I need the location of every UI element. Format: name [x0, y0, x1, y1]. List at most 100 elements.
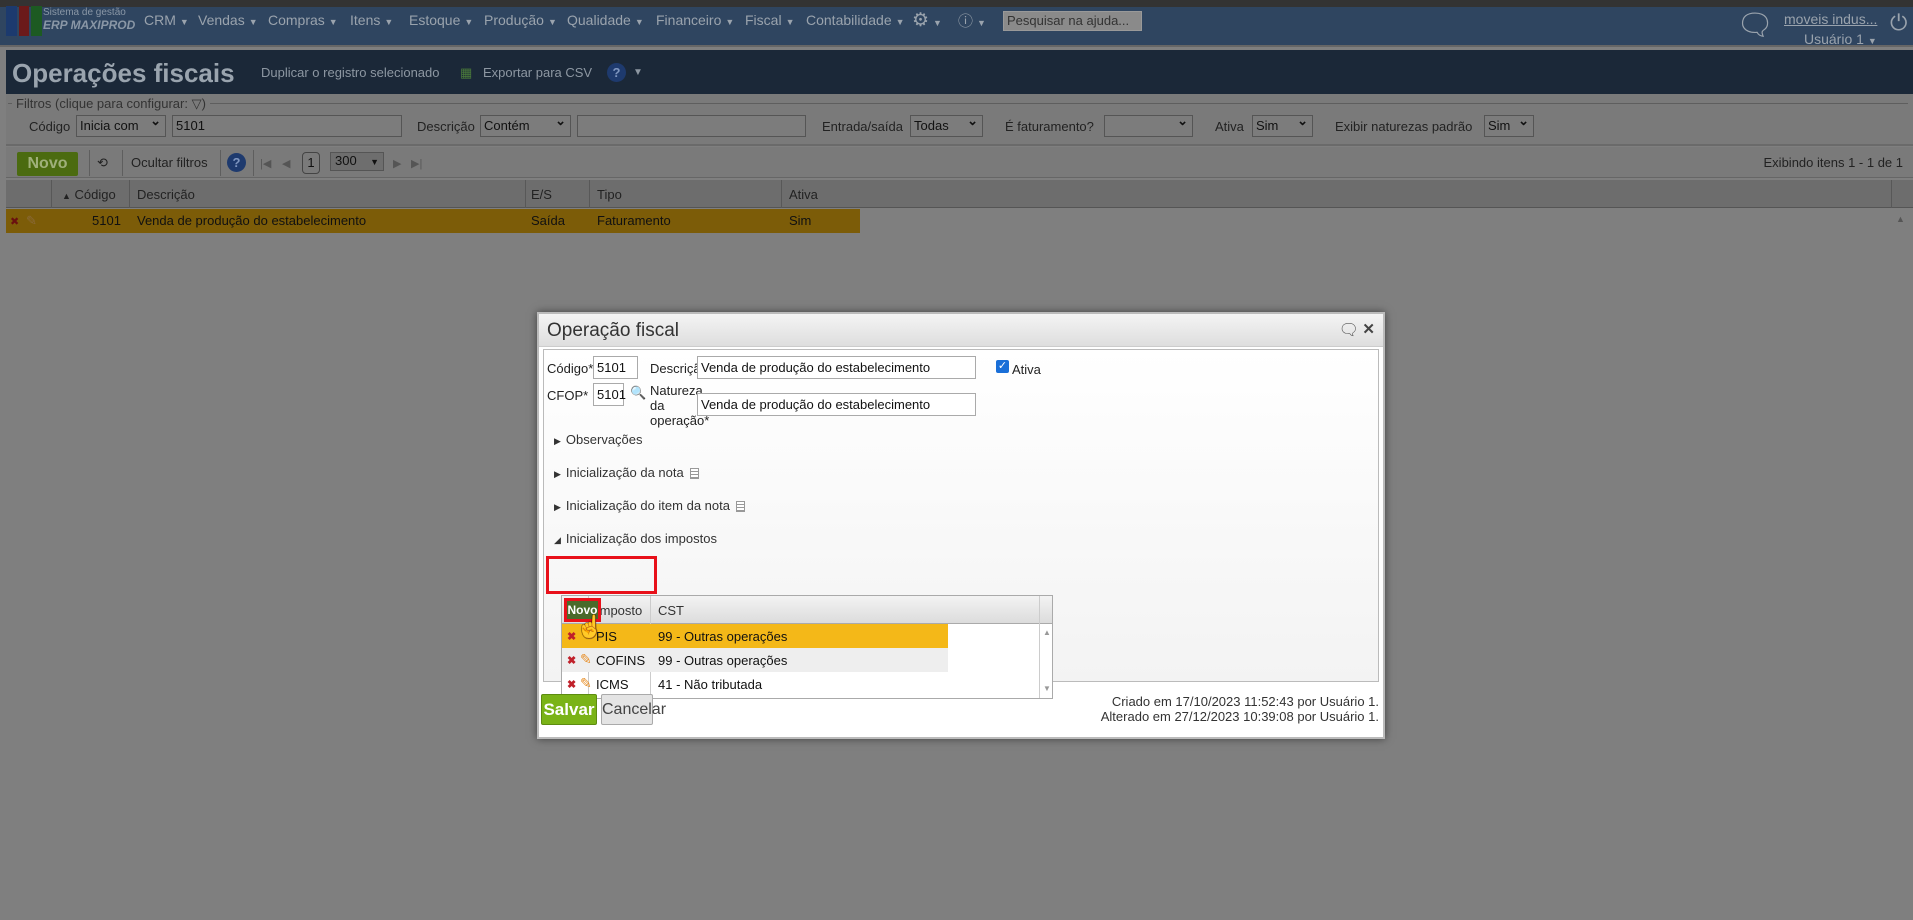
logo-line1: Sistema de gestão	[43, 7, 126, 18]
tax-row[interactable]: ✖ PIS 99 - Outras operações	[562, 624, 948, 648]
column-cst[interactable]: CST	[658, 603, 684, 618]
filter-es-select[interactable]: Todas	[910, 113, 983, 137]
caret-right-icon: ▶	[554, 502, 561, 512]
cell-imposto: COFINS	[596, 653, 646, 668]
divider	[122, 150, 123, 176]
duplicate-record-link[interactable]: Duplicar o registro selecionado	[261, 65, 439, 80]
help-search-input[interactable]: Pesquisar na ajuda...	[1003, 11, 1142, 31]
column-descricao[interactable]: Descrição	[137, 187, 195, 202]
page-size-select[interactable]: 300 ▼	[330, 152, 384, 171]
section-observacoes[interactable]: ▶ Observações	[554, 432, 643, 447]
menu-producao[interactable]: Produção ▼	[484, 12, 557, 28]
menu-vendas[interactable]: Vendas ▼	[198, 12, 258, 28]
excel-icon: ▦	[460, 65, 473, 80]
section-inicializacao-impostos[interactable]: ◢ Inicialização dos impostos	[554, 531, 717, 546]
column-tipo[interactable]: Tipo	[597, 187, 622, 202]
cell-cst: 99 - Outras operações	[658, 653, 788, 668]
ativa-checkbox[interactable]: ✓	[996, 360, 1009, 373]
cell-cst: 99 - Outras operações	[658, 629, 788, 644]
filter-codigo-input[interactable]: 5101	[172, 115, 402, 137]
cell-imposto: ICMS	[596, 677, 629, 692]
filter-ativa-select[interactable]: Sim	[1252, 113, 1313, 137]
menu-crm[interactable]: CRM ▼	[144, 12, 189, 28]
menu-contabilidade[interactable]: Contabilidade ▼	[806, 12, 905, 28]
section-inicializacao-item[interactable]: ▶ Inicialização do item da nota	[554, 498, 745, 513]
tax-row[interactable]: ✖ ✎ ICMS 41 - Não tributada	[562, 672, 1039, 696]
column-ativa[interactable]: Ativa	[789, 187, 818, 202]
descricao-input[interactable]: Venda de produção do estabelecimento	[697, 356, 976, 379]
note-icon	[735, 501, 745, 513]
caret-down-icon: ▼	[179, 17, 189, 27]
filter-codigo-label: Código	[29, 119, 71, 134]
save-button[interactable]: Salvar	[541, 694, 597, 725]
help-icon[interactable]: ?	[607, 63, 626, 82]
menu-fiscal[interactable]: Fiscal ▼	[745, 12, 794, 28]
column-codigo[interactable]: ▲ Código	[62, 187, 116, 202]
page-title: Operações fiscais	[12, 58, 235, 88]
refresh-icon[interactable]: ⟲	[97, 155, 108, 171]
filter-icon[interactable]: ▽	[192, 96, 202, 111]
menu-estoque[interactable]: Estoque ▼	[409, 12, 473, 28]
filter-descricao-input[interactable]	[577, 115, 806, 137]
cell-es: Saída	[531, 213, 565, 228]
caret-down-icon: ▼	[248, 17, 258, 27]
first-page-icon[interactable]: |◀	[260, 157, 271, 170]
user-menu[interactable]: Usuário 1 ▼	[1804, 31, 1877, 47]
delete-icon[interactable]: ✖	[567, 678, 576, 691]
tax-row[interactable]: ✖ ✎ COFINS 99 - Outras operações	[562, 648, 948, 672]
chat-bubble-icon[interactable]: 🗨	[1736, 8, 1774, 43]
menu-compras[interactable]: Compras ▼	[268, 12, 338, 28]
last-page-icon[interactable]: ▶|	[411, 157, 422, 170]
divider	[253, 150, 254, 176]
cancel-button[interactable]: Cancelar	[601, 694, 666, 725]
help-icon[interactable]: ?	[227, 153, 246, 172]
filter-faturamento-select[interactable]	[1104, 113, 1193, 137]
help-circle-icon[interactable]: ⓘ ▼	[958, 10, 986, 31]
menu-financeiro[interactable]: Financeiro ▼	[656, 12, 734, 28]
table-row[interactable]	[6, 209, 860, 233]
delete-icon[interactable]: ✖	[567, 630, 576, 643]
tax-table: Imposto CST ✖ PIS 99 - Outras operações …	[561, 595, 1053, 699]
page-number-input[interactable]: 1	[302, 152, 320, 174]
search-icon[interactable]: 🔍	[630, 385, 646, 401]
filter-descricao-operator[interactable]: Contém	[480, 113, 571, 137]
menu-itens[interactable]: Itens ▼	[350, 12, 393, 28]
hide-filters-button[interactable]: Ocultar filtros	[131, 155, 208, 170]
codigo-input[interactable]: 5101	[593, 356, 638, 379]
grid-header	[6, 180, 1913, 208]
grid-toolbar	[6, 147, 1913, 178]
column-es[interactable]: E/S	[531, 187, 552, 202]
filter-naturezas-label: Exibir naturezas padrão	[1335, 119, 1473, 134]
delete-icon[interactable]: ✖	[567, 654, 576, 667]
natureza-input[interactable]: Venda de produção do estabelecimento	[697, 393, 976, 416]
filters-legend[interactable]: Filtros (clique para configurar: ▽)	[12, 96, 210, 112]
delete-icon[interactable]: ✖	[10, 215, 19, 228]
scroll-down-icon[interactable]: ▼	[1043, 684, 1051, 693]
prev-page-icon[interactable]: ◀	[282, 157, 290, 170]
menu-qualidade[interactable]: Qualidade ▼	[567, 12, 644, 28]
caret-down-icon: ▼	[725, 17, 735, 27]
scroll-up-icon[interactable]: ▲	[1896, 214, 1905, 224]
next-page-icon[interactable]: ▶	[393, 157, 401, 170]
cell-tipo: Faturamento	[597, 213, 671, 228]
power-icon[interactable]: ⏻	[1890, 10, 1907, 36]
export-csv-link[interactable]: Exportar para CSV	[483, 65, 592, 80]
new-button[interactable]: Novo	[17, 152, 78, 176]
gear-icon[interactable]: ⚙ ▼	[912, 9, 942, 32]
comment-icon[interactable]: 🗨	[1339, 320, 1359, 340]
scroll-up-icon[interactable]: ▲	[1043, 628, 1051, 637]
section-inicializacao-nota[interactable]: ▶ Inicialização da nota	[554, 465, 699, 480]
cell-cst: 41 - Não tributada	[658, 677, 763, 692]
operacao-fiscal-dialog: Operação fiscal 🗨 ✕ Código* 5101 Descriç…	[537, 312, 1385, 739]
cell-ativa: Sim	[789, 213, 812, 228]
pencil-icon[interactable]: ✎	[26, 213, 37, 229]
company-link[interactable]: moveis indus...	[1784, 11, 1877, 27]
close-icon[interactable]: ✕	[1362, 320, 1375, 338]
filter-descricao-label: Descrição	[417, 119, 475, 134]
caret-down-icon[interactable]: ▼	[633, 67, 643, 78]
filter-naturezas-select[interactable]: Sim	[1484, 113, 1534, 137]
pencil-icon[interactable]: ✎	[580, 651, 592, 668]
cfop-input[interactable]: 5101	[593, 383, 626, 406]
filter-codigo-operator[interactable]: Inicia com	[76, 113, 166, 137]
pencil-icon[interactable]: ✎	[580, 675, 592, 692]
